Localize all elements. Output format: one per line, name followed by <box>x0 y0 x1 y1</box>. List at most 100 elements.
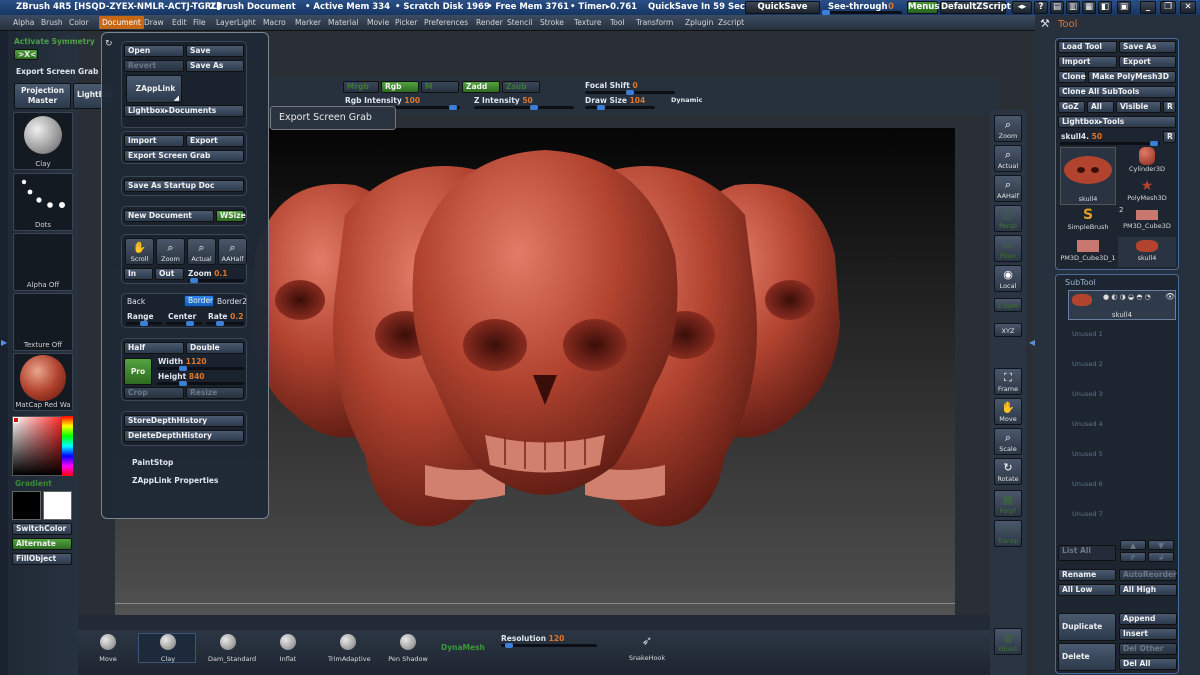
zadd-button[interactable]: Zadd <box>462 81 500 93</box>
menu-preferences[interactable]: Preferences <box>424 18 468 27</box>
menu-transform[interactable]: Transform <box>636 18 673 27</box>
layout-alt-icon[interactable]: ▥ <box>1066 1 1080 14</box>
tool-thumb-skull4-small[interactable]: skull4 <box>1118 237 1176 267</box>
rgb-intensity-slider[interactable]: Rgb Intensity 100 <box>345 96 420 105</box>
double-button[interactable]: Double <box>186 342 244 354</box>
layout-icon[interactable]: ▤ <box>1050 1 1064 14</box>
floor-button[interactable]: ▭ Floor <box>994 235 1022 262</box>
new-document-button[interactable]: New Document <box>124 210 214 222</box>
subtool-slot[interactable]: Unused 4 <box>1058 420 1178 428</box>
export-button[interactable]: Export <box>186 135 244 147</box>
insert-button[interactable]: Insert <box>1119 628 1177 640</box>
menu-layer[interactable]: Layer <box>216 18 237 27</box>
del-other-button[interactable]: Del Other <box>1119 643 1177 655</box>
transp-button[interactable]: ◌ Transp <box>994 520 1022 547</box>
zsub-button[interactable]: Zsub <box>502 81 540 93</box>
save-as-button[interactable]: Save As <box>186 60 244 72</box>
brush-pen-shadow[interactable]: Pen Shadow <box>388 634 428 670</box>
lsym-button[interactable]: ⇹L.Sym <box>994 298 1022 312</box>
tool-thumb-cube[interactable]: PM3D_Cube3D <box>1118 207 1176 235</box>
move-right-icon[interactable]: ↱ <box>1120 552 1146 562</box>
layout-light-icon[interactable]: ◧ <box>1098 1 1112 14</box>
back-button[interactable]: Back <box>127 297 145 306</box>
alternate-button[interactable]: Alternate <box>12 538 72 550</box>
snakehook-brush[interactable]: ➶ SnakeHook <box>622 634 672 670</box>
switch-color-button[interactable]: SwitchColor <box>12 523 72 535</box>
subtool-slot[interactable]: Unused 1 <box>1058 330 1178 338</box>
subtool-active-row[interactable]: ● ◐ ◑ ◒ ◓ ◔ 👁 skull4 <box>1068 290 1176 320</box>
left-tray-bar[interactable] <box>0 31 8 675</box>
menu-stencil[interactable]: Stencil <box>507 18 532 27</box>
crop-button[interactable]: Crop <box>124 387 184 399</box>
border-button[interactable]: Border <box>184 295 214 307</box>
rate-track[interactable] <box>206 321 244 326</box>
menu-marker[interactable]: Marker <box>295 18 321 27</box>
actual-button[interactable]: ⌕ Actual <box>187 238 216 265</box>
xyz-button[interactable]: ✛XYZ <box>994 323 1022 337</box>
subtool-slot[interactable]: Unused 2 <box>1058 360 1178 368</box>
paintstop-button[interactable]: PaintStop <box>132 458 173 467</box>
export-screen-grab-button[interactable]: Export Screen Grab <box>124 150 244 162</box>
duplicate-button[interactable]: Duplicate <box>1058 613 1116 641</box>
height-slider[interactable]: Height 840 <box>158 372 205 381</box>
close-icon[interactable]: ✕ <box>1180 1 1196 14</box>
brush-dam-standard[interactable]: Dam_Standard <box>208 634 256 670</box>
goz-all-button[interactable]: All <box>1087 101 1114 113</box>
aahalf-button[interactable]: ⌕ AAHalf <box>218 238 247 265</box>
move-button[interactable]: ✋ Move <box>994 398 1022 425</box>
default-zscript-button[interactable]: DefaultZScript <box>940 1 1011 14</box>
menu-picker[interactable]: Picker <box>395 18 417 27</box>
projection-master-button[interactable]: Projection Master <box>14 83 71 109</box>
subtool-toggle-icons[interactable]: ● ◐ ◑ ◒ ◓ ◔ <box>1103 293 1151 301</box>
menu-edit[interactable]: Edit <box>172 18 187 27</box>
clone-all-subtools-button[interactable]: Clone All SubTools <box>1058 86 1176 98</box>
main-color-swatch[interactable] <box>12 491 41 520</box>
wsize-button[interactable]: WSize <box>216 210 246 222</box>
activate-symmetry-label[interactable]: Activate Symmetry <box>14 37 95 46</box>
layout-dark-icon[interactable]: ▦ <box>1082 1 1096 14</box>
menu-macro[interactable]: Macro <box>263 18 286 27</box>
menu-brush[interactable]: Brush <box>41 18 63 27</box>
subtool-title[interactable]: SubTool <box>1065 278 1096 287</box>
tool-thumb-polymesh[interactable]: ★ PolyMesh3D <box>1118 178 1176 206</box>
center-track[interactable] <box>166 321 202 326</box>
delete-depth-history-button[interactable]: DeleteDepthHistory <box>124 430 244 442</box>
skull-model[interactable] <box>215 135 875 565</box>
brush-move[interactable]: Move <box>88 634 128 670</box>
zoom-button[interactable]: ⌕ Zoom <box>994 115 1022 142</box>
move-left-icon[interactable]: ↲ <box>1148 552 1174 562</box>
ghost-button[interactable]: ◍ Ghost <box>994 628 1022 655</box>
left-tray-arrow-icon[interactable]: ▶ <box>1 338 7 347</box>
brush-tile[interactable]: Clay <box>13 112 73 170</box>
tool-import-button[interactable]: Import <box>1058 56 1117 68</box>
material-tile[interactable]: MatCap Red Wa <box>13 353 73 411</box>
make-polymesh-button[interactable]: Make PolyMesh3D <box>1088 71 1176 83</box>
width-track[interactable] <box>157 366 244 371</box>
append-button[interactable]: Append <box>1119 613 1177 625</box>
goz-r-button[interactable]: R <box>1163 101 1176 113</box>
zoom-in-button[interactable]: In <box>124 268 153 280</box>
zapplink-properties-button[interactable]: ZAppLink Properties <box>132 476 218 485</box>
subtool-slot[interactable]: Unused 3 <box>1058 390 1178 398</box>
menus-button[interactable]: Menus <box>907 1 939 14</box>
fill-object-button[interactable]: FillObject <box>12 553 72 565</box>
visible-button[interactable]: Visible <box>1116 101 1161 113</box>
brush-trimadaptive[interactable]: TrimAdaptive <box>328 634 371 670</box>
zoom-out-button[interactable]: Out <box>155 268 184 280</box>
zapplink-button[interactable]: ZAppLink ◢ <box>126 75 182 103</box>
zoom-slider[interactable]: Zoom 0.1 <box>188 269 227 278</box>
lightbox-documents-button[interactable]: Lightbox▸Documents <box>124 105 244 117</box>
move-down-icon[interactable]: ▼ <box>1148 540 1174 550</box>
delete-button[interactable]: Delete <box>1058 643 1116 671</box>
refresh-icon[interactable]: ↻ <box>105 39 113 49</box>
resolution-slider[interactable]: Resolution 120 <box>501 634 564 643</box>
open-button[interactable]: Open <box>124 45 184 57</box>
texture-tile[interactable]: Texture Off <box>13 293 73 351</box>
load-tool-button[interactable]: Load Tool <box>1058 41 1117 53</box>
help-icon[interactable]: ? <box>1034 1 1048 14</box>
rate-slider[interactable]: Rate 0.2 <box>208 312 243 321</box>
draw-size-track[interactable] <box>585 105 655 110</box>
zoom-track[interactable] <box>188 278 244 283</box>
tool-export-button[interactable]: Export <box>1119 56 1176 68</box>
eye-icon[interactable]: 👁 <box>1165 292 1175 301</box>
